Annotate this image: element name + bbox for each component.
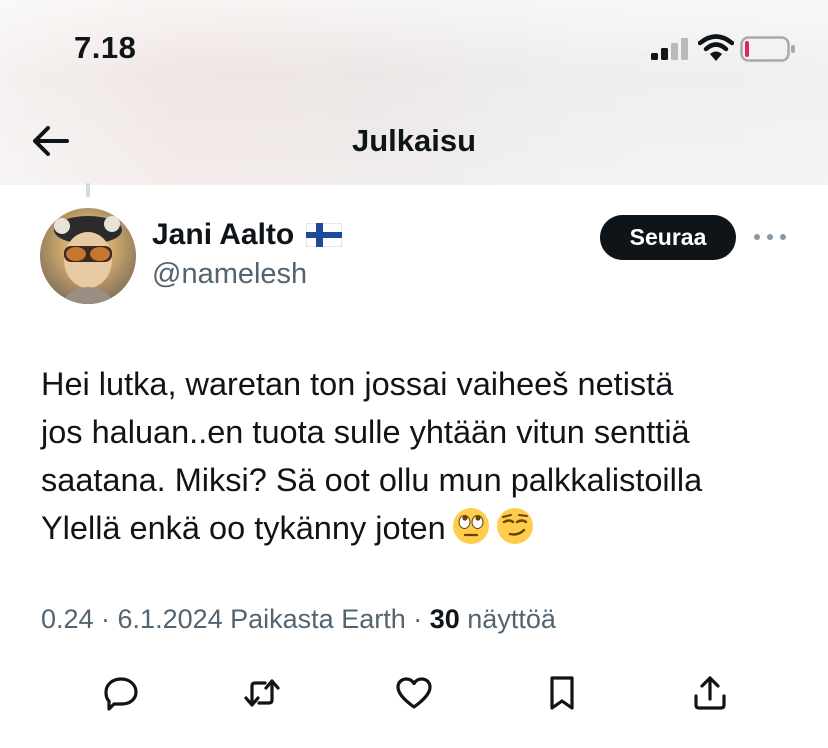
share-button[interactable] — [685, 668, 735, 718]
views-count[interactable]: 30 — [430, 604, 460, 634]
repost-button[interactable] — [237, 668, 287, 718]
reply-icon — [104, 677, 138, 711]
bookmark-icon — [550, 676, 574, 710]
like-icon — [396, 677, 432, 709]
tweet-meta: 0.24 · 6.1.2024 Paikasta Earth · 30 näyt… — [41, 604, 556, 635]
views-label: näyttöä — [459, 604, 556, 634]
smirk-emoji — [496, 508, 533, 545]
avatar[interactable] — [40, 208, 136, 304]
author-handle[interactable]: @namelesh — [152, 258, 307, 291]
author-name[interactable]: Jani Aalto — [152, 218, 294, 252]
eye-roll-emoji — [452, 508, 489, 545]
thread-line — [86, 183, 90, 197]
status-time: 7.18 — [74, 30, 137, 65]
battery-low-icon — [740, 36, 795, 62]
reply-button[interactable] — [96, 668, 146, 718]
finland-flag-icon — [306, 223, 343, 247]
more-button[interactable] — [750, 222, 790, 252]
bookmark-button[interactable] — [537, 668, 587, 718]
share-icon — [694, 676, 726, 710]
navigation-bar: Julkaisu — [0, 105, 828, 177]
avatar-image — [40, 208, 136, 304]
tweet-actions — [0, 668, 828, 718]
page-title: Julkaisu — [351, 123, 477, 158]
tweet-timestamp-location: 0.24 · 6.1.2024 Paikasta Earth · — [41, 604, 430, 634]
cellular-signal-icon — [651, 38, 688, 60]
tweet-text: Hei lutka, waretan ton jossai vaiheeš ne… — [41, 360, 811, 552]
more-dots-icon — [754, 234, 786, 240]
status-bar: 7.18 — [0, 0, 828, 100]
author-name-row: Jani Aalto — [152, 218, 343, 252]
wifi-icon — [698, 34, 734, 61]
like-button[interactable] — [389, 668, 439, 718]
tweet-body: Hei lutka, waretan ton jossai vaiheeš ne… — [41, 366, 703, 546]
repost-icon — [244, 679, 280, 707]
follow-button[interactable]: Seuraa — [600, 215, 736, 260]
